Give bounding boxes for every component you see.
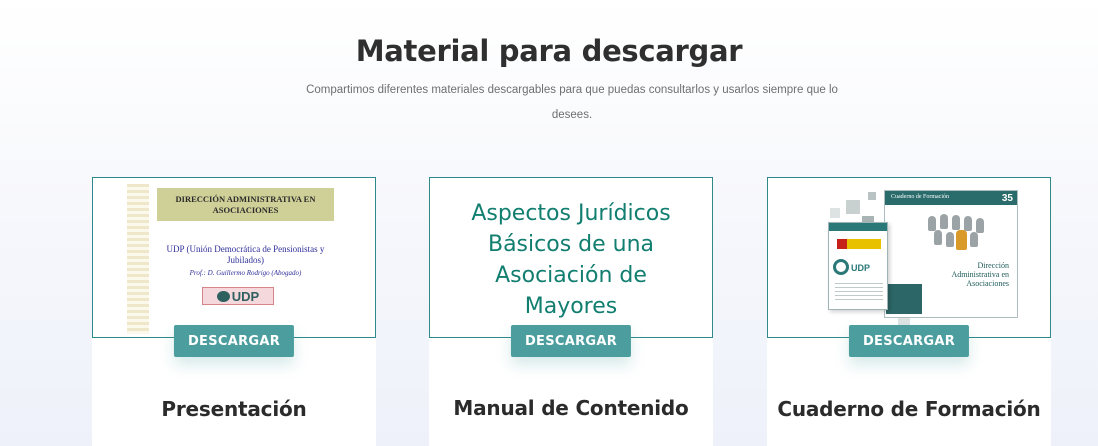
thumbnail-manual[interactable]: Aspectos Jurídicos Básicos de una Asocia…	[429, 177, 713, 338]
download-card-cuaderno: Cuaderno de Formación 35 Dirección Admin…	[767, 177, 1051, 446]
thumbnail-text: Aspectos Jurídicos Básicos de una Asocia…	[471, 201, 671, 319]
section-subtitle: Compartimos diferentes materiales descar…	[306, 84, 838, 121]
thumbnail-org: UDP (Unión Democrática de Pensionistas y…	[166, 244, 325, 265]
download-button-cuaderno[interactable]: DESCARGAR	[848, 325, 970, 357]
cover-label: Cuaderno de Formación	[891, 194, 949, 200]
ring-logo-icon	[833, 259, 849, 275]
udp-logo-mark-icon	[216, 290, 230, 302]
spain-flag-icon	[837, 239, 881, 249]
dark-block	[886, 284, 922, 314]
download-button-manual[interactable]: DESCARGAR	[510, 325, 632, 357]
thumbnail-prof: Prof.: D. Guillermo Rodrigo (Abogado)	[189, 269, 302, 277]
udp-logo: UDP	[202, 287, 274, 305]
udp-logo-text: UDP	[231, 288, 260, 304]
card-title: Cuaderno de Formación	[777, 397, 1041, 421]
inner-document: UDP	[828, 222, 888, 310]
thumbnail-header: DIRECCIÓN ADMINISTRATIVA EN ASOCIACIONES	[157, 188, 334, 221]
card-title: Manual de Contenido	[453, 396, 689, 420]
download-card-presentacion: DIRECCIÓN ADMINISTRATIVA EN ASOCIACIONES…	[92, 177, 376, 446]
cover-title: Dirección Administrativa en Asociaciones	[951, 261, 1009, 288]
download-card-manual: Aspectos Jurídicos Básicos de una Asocia…	[429, 177, 713, 446]
cover-number: 35	[1001, 193, 1013, 204]
doc-logo-text: UDP	[851, 263, 871, 273]
thumbnail-cuaderno[interactable]: Cuaderno de Formación 35 Dirección Admin…	[767, 177, 1051, 338]
thumbnail-presentacion[interactable]: DIRECCIÓN ADMINISTRATIVA EN ASOCIACIONES…	[92, 177, 376, 338]
section-title: Material para descargar	[355, 34, 743, 68]
notebook-margin	[127, 184, 149, 334]
download-button-presentacion[interactable]: DESCARGAR	[173, 325, 295, 357]
card-title: Presentación	[161, 397, 307, 421]
